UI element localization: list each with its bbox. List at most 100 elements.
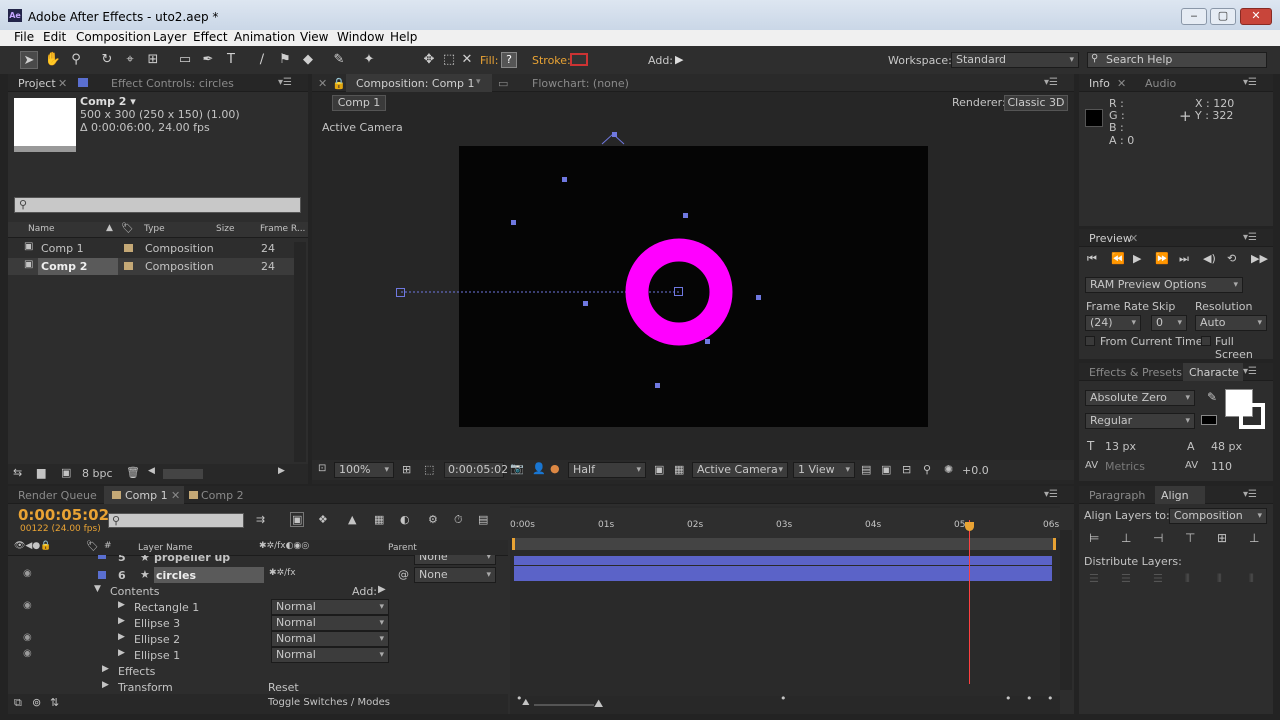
toggle-pixel-icon[interactable]: ▤ xyxy=(861,463,871,476)
fill-swatch[interactable]: ? xyxy=(501,52,517,68)
eye-icon[interactable]: ◉ xyxy=(23,632,32,643)
chevron-right-icon[interactable]: ▶ xyxy=(118,632,125,642)
align-bottom-icon[interactable]: ⊥ xyxy=(1249,531,1259,545)
draft-3d-icon[interactable]: ❖ xyxy=(318,513,328,526)
leading-value[interactable]: 48 px xyxy=(1211,440,1242,453)
new-comp-icon[interactable]: ▣ xyxy=(61,466,71,479)
channels-icon[interactable]: ● xyxy=(550,462,560,475)
table-row[interactable]: 5 ★ propeller up None xyxy=(18,555,518,565)
shape-align-icon[interactable]: ✕ xyxy=(458,51,476,69)
eyedropper-icon[interactable]: ✎ xyxy=(1207,390,1217,404)
panel-menu-icon[interactable]: ▾☰ xyxy=(1243,232,1257,243)
align-vcenter-icon[interactable]: ⊞ xyxy=(1217,531,1227,545)
align-right-icon[interactable]: ⊣ xyxy=(1153,531,1163,545)
list-item[interactable]: ◉ ▶ Rectangle 1 Normal xyxy=(18,599,518,615)
align-to-dropdown[interactable]: Composition xyxy=(1169,508,1267,524)
pen-tool-icon[interactable]: ✒ xyxy=(199,51,217,69)
kerning-value[interactable]: Metrics xyxy=(1105,460,1145,473)
chevron-right-icon[interactable]: ▶ xyxy=(118,600,125,610)
chevron-right-icon[interactable]: ▶ xyxy=(118,616,125,626)
clone-stamp-tool-icon[interactable]: ⚑ xyxy=(276,51,294,69)
panel-menu-icon[interactable]: ▾☰ xyxy=(1243,489,1257,500)
anchor-handle[interactable] xyxy=(674,287,683,296)
rotate-tool-icon[interactable]: ↻ xyxy=(98,51,116,69)
menu-view[interactable]: View xyxy=(300,30,328,44)
font-size-value[interactable]: 13 px xyxy=(1105,440,1136,453)
menu-file[interactable]: File xyxy=(14,30,34,44)
tab-audio[interactable]: Audio xyxy=(1145,77,1176,90)
modes-icon[interactable]: ⊚ xyxy=(32,696,41,709)
close-tab-icon[interactable]: ✕ xyxy=(1117,77,1126,90)
chevron-down-icon[interactable]: ▼ xyxy=(94,584,101,594)
frame-rate-dropdown[interactable]: (24) xyxy=(1085,315,1141,331)
font-style-dropdown[interactable]: Regular xyxy=(1085,413,1195,429)
project-scrollbar[interactable] xyxy=(294,242,306,462)
tab-preview[interactable]: Preview xyxy=(1089,232,1132,245)
toggle-switches-button[interactable]: Toggle Switches / Modes xyxy=(268,697,390,708)
menu-composition[interactable]: Composition xyxy=(76,30,151,44)
current-timecode[interactable]: 0:00:05:02 xyxy=(18,506,109,524)
menu-effect[interactable]: Effect xyxy=(193,30,228,44)
timeline-scrollbar[interactable] xyxy=(1060,530,1072,690)
next-frame-icon[interactable]: ⏩ xyxy=(1155,252,1169,265)
tab-comp2[interactable]: Comp 2 xyxy=(201,489,244,502)
snap-icon[interactable]: ⬚ xyxy=(440,51,458,69)
project-search-input[interactable] xyxy=(14,197,301,213)
list-item[interactable]: ▣ Comp 1 Composition 24 xyxy=(8,240,298,257)
list-item[interactable]: ▶ Ellipse 3 Normal xyxy=(18,615,518,631)
comp-mini-flowchart-icon[interactable]: ⇉ xyxy=(256,513,265,526)
parent-dropdown[interactable]: None xyxy=(414,567,496,583)
timeline-search-input[interactable] xyxy=(108,513,244,528)
brainstorm-icon[interactable]: ⚙ xyxy=(428,513,438,526)
play-icon[interactable]: ▶ xyxy=(1133,252,1141,265)
list-item[interactable]: ◉ ▶ Ellipse 1 Normal xyxy=(18,647,518,663)
in-out-icon[interactable]: ⇅ xyxy=(50,696,59,709)
pan-behind-tool-icon[interactable]: ⊞ xyxy=(144,51,162,69)
ram-preview-dropdown[interactable]: RAM Preview Options xyxy=(1085,277,1243,293)
eraser-tool-icon[interactable]: ◆ xyxy=(299,51,317,69)
stroke-swatch[interactable] xyxy=(570,53,588,66)
eye-icon[interactable]: ◉ xyxy=(23,600,32,611)
col-name[interactable]: Name xyxy=(28,224,55,234)
region-icon[interactable]: ⬚ xyxy=(424,463,434,476)
tab-project[interactable]: Project xyxy=(18,77,56,90)
col-size[interactable]: Size xyxy=(216,224,234,234)
align-left-icon[interactable]: ⊨ xyxy=(1089,531,1099,545)
blend-mode-dropdown[interactable]: Normal xyxy=(271,599,389,615)
pickwhip-icon[interactable]: @ xyxy=(398,568,409,581)
align-hcenter-icon[interactable]: ⊥ xyxy=(1121,531,1131,545)
live-update-icon[interactable]: ▣ xyxy=(290,512,305,527)
font-family-dropdown[interactable]: Absolute Zero xyxy=(1085,390,1195,406)
zoom-tool-icon[interactable]: ⚲ xyxy=(67,51,85,69)
menu-edit[interactable]: Edit xyxy=(43,30,66,44)
folder-icon[interactable]: ▆ xyxy=(37,466,45,479)
menu-animation[interactable]: Animation xyxy=(234,30,295,44)
blend-mode-dropdown[interactable]: Normal xyxy=(271,647,389,663)
add-arrow-icon[interactable]: ▶ xyxy=(675,53,683,66)
roi-icon[interactable]: ▣ xyxy=(654,463,664,476)
tab-comp1[interactable]: Comp 1 xyxy=(125,489,168,502)
skip-dropdown[interactable]: 0 xyxy=(1151,315,1187,331)
reset-link[interactable]: Reset xyxy=(268,681,299,694)
layer-switches[interactable]: ✱✲∕fx xyxy=(269,568,296,578)
ram-preview-icon[interactable]: ▶▶ xyxy=(1251,252,1268,265)
stroke-color-swatch[interactable] xyxy=(1239,403,1265,429)
close-tab-icon[interactable]: ✕ xyxy=(58,77,67,90)
maximize-button[interactable]: ▢ xyxy=(1210,8,1236,25)
selection-tool-icon[interactable]: ➤ xyxy=(20,51,38,69)
camera-dropdown[interactable]: Active Camera xyxy=(692,462,788,478)
list-item[interactable]: ▶ Effects xyxy=(18,663,518,679)
zoom-dropdown[interactable]: 100% xyxy=(334,462,394,478)
shy-icon[interactable]: ▲ xyxy=(348,513,356,526)
show-snapshot-icon[interactable]: 👤 xyxy=(532,462,546,475)
menu-help[interactable]: Help xyxy=(390,30,417,44)
panel-menu-icon[interactable]: ▾☰ xyxy=(278,77,292,88)
close-tab-icon[interactable]: ✕ xyxy=(171,489,180,502)
playhead-handle[interactable] xyxy=(965,522,974,531)
transparency-grid-icon[interactable]: ▦ xyxy=(674,463,684,476)
panel-menu-icon[interactable]: ▾☰ xyxy=(1044,489,1058,500)
parent-dropdown[interactable]: None xyxy=(414,555,496,565)
zoom-out-icon[interactable]: ⛰ xyxy=(522,698,530,708)
tab-align[interactable]: Align xyxy=(1161,489,1189,502)
work-area-bar[interactable] xyxy=(512,538,1056,550)
